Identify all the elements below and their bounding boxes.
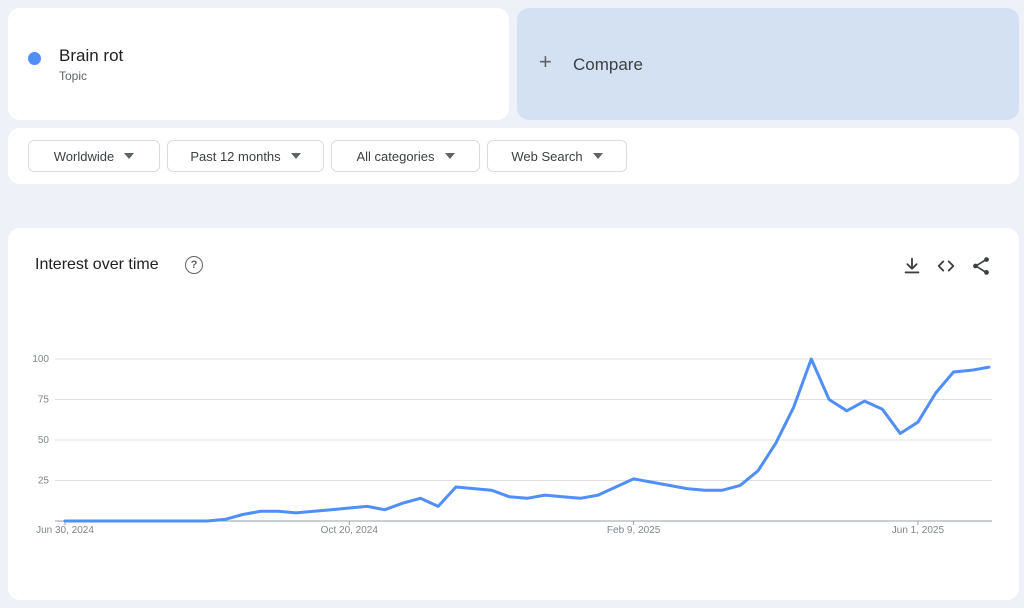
data-point (277, 510, 280, 513)
caret-down-icon (290, 153, 301, 159)
data-point (241, 513, 244, 516)
data-point (916, 421, 919, 424)
plus-icon: + (539, 49, 552, 74)
data-point (490, 489, 493, 492)
x-tick-label: Oct 20, 2024 (321, 525, 379, 536)
term-name[interactable]: Brain rot (59, 46, 123, 66)
data-point (135, 520, 138, 523)
compare-label: Compare (573, 55, 643, 74)
region-dropdown-label: Worldwide (53, 148, 115, 164)
data-point (970, 369, 973, 372)
data-point (170, 520, 173, 523)
data-point (579, 497, 582, 500)
data-point (206, 520, 209, 523)
search-term-card[interactable]: Brain rot Topic (8, 8, 509, 120)
time-range-dropdown[interactable]: Past 12 months (167, 140, 324, 172)
time-range-dropdown-label: Past 12 months (190, 148, 281, 164)
data-point (81, 520, 84, 523)
data-point (668, 484, 671, 487)
data-point (721, 489, 724, 492)
interest-chart: 25 50 75 100 Jun 30, 2024 Oct 20, 2024 Feb 9, … (32, 354, 992, 536)
caret-down-icon (124, 153, 135, 159)
data-point (348, 507, 351, 510)
data-point (845, 409, 848, 412)
data-point (614, 485, 617, 488)
data-point (454, 485, 457, 488)
search-type-dropdown-label: Web Search (511, 148, 583, 164)
filter-bar: Worldwide Past 12 months All categories … (8, 128, 1019, 184)
data-point (366, 505, 369, 508)
data-point (988, 366, 991, 369)
data-point (508, 495, 511, 498)
y-tick-label: 75 (38, 395, 50, 406)
data-point (881, 408, 884, 411)
x-tick-label: Jun 1, 2025 (892, 525, 945, 536)
data-point (739, 484, 742, 487)
data-point (685, 487, 688, 490)
data-point (632, 477, 635, 480)
term-type: Topic (59, 69, 88, 83)
data-point (561, 495, 564, 498)
data-point (99, 520, 102, 523)
data-point (952, 370, 955, 373)
data-point (650, 481, 653, 484)
data-point (863, 400, 866, 403)
caret-down-icon (444, 153, 455, 159)
data-point (419, 497, 422, 500)
y-tick-label: 25 (38, 476, 50, 487)
data-point (899, 432, 902, 435)
search-type-dropdown[interactable]: Web Search (487, 140, 627, 172)
term-color-dot (28, 52, 41, 65)
data-point (188, 520, 191, 523)
category-dropdown-label: All categories (356, 148, 435, 164)
data-point (597, 494, 600, 497)
data-point (437, 505, 440, 508)
data-point (117, 520, 120, 523)
caret-down-icon (592, 153, 603, 159)
region-dropdown[interactable]: Worldwide (28, 140, 160, 172)
interest-over-time-card: Interest over time ? 25 50 75 100 Jun 30, 20… (8, 228, 1019, 600)
data-point (792, 406, 795, 409)
x-tick-label: Feb 9, 2025 (607, 525, 661, 536)
data-point (703, 489, 706, 492)
data-point (810, 358, 813, 361)
data-point (330, 508, 333, 511)
data-point (401, 502, 404, 505)
data-point (934, 392, 937, 395)
data-point (543, 494, 546, 497)
data-point (526, 497, 529, 500)
y-tick-label: 50 (38, 435, 50, 446)
data-point (472, 487, 475, 490)
data-point (64, 520, 67, 523)
data-point (757, 469, 760, 472)
compare-button[interactable]: + Compare (517, 8, 1019, 120)
x-tick-label: Jun 30, 2024 (36, 525, 94, 536)
data-point (152, 520, 155, 523)
data-point (383, 508, 386, 511)
y-tick-label: 100 (32, 354, 49, 365)
data-point (223, 518, 226, 521)
data-point (259, 510, 262, 513)
data-point (828, 398, 831, 401)
data-point (774, 442, 777, 445)
category-dropdown[interactable]: All categories (331, 140, 480, 172)
data-point (312, 510, 315, 513)
data-point (295, 511, 298, 514)
